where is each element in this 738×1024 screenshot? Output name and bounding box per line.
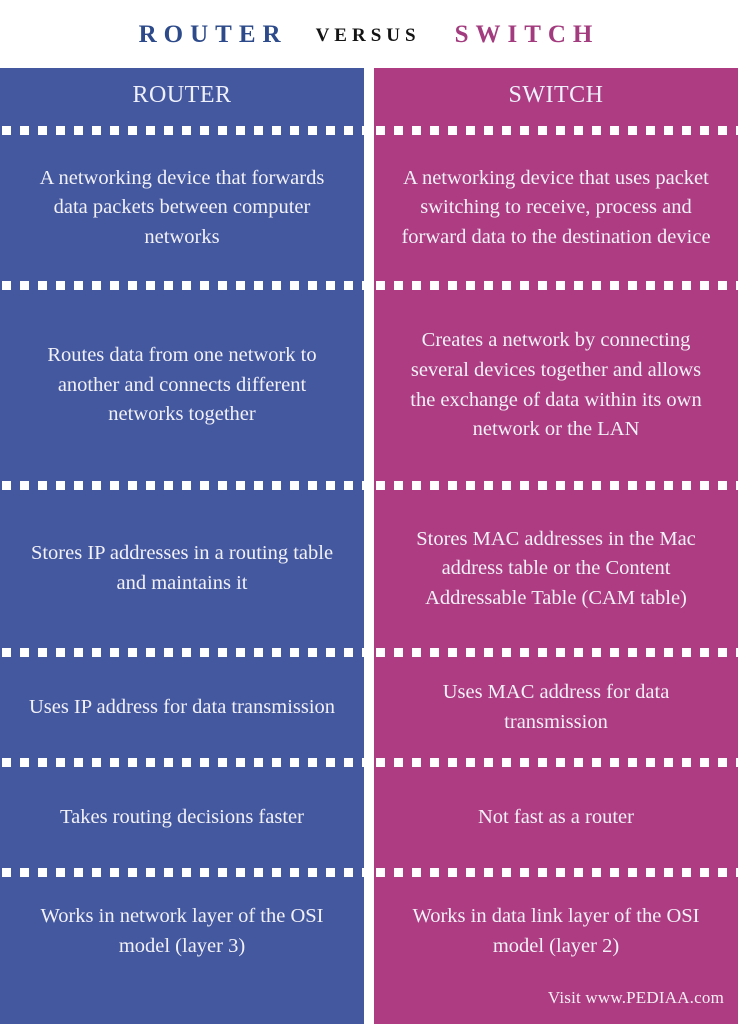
row-divider	[0, 648, 364, 657]
row-divider	[374, 868, 738, 877]
cell-text: Creates a network by connecting several …	[410, 329, 702, 441]
row-divider	[0, 868, 364, 877]
cell-text: Stores MAC addresses in the Mac address …	[416, 527, 696, 609]
footer-credit: Visit www.PEDIAA.com	[547, 988, 724, 1007]
row-divider	[0, 758, 364, 767]
column-header-switch: SWITCH	[508, 82, 604, 108]
table-row: Stores IP addresses in a routing table a…	[0, 493, 364, 645]
title-word-switch: SWITCH	[454, 20, 600, 48]
page-title: ROUTER VERSUS SWITCH	[0, 0, 738, 68]
table-row: Stores MAC addresses in the Mac address …	[374, 493, 738, 645]
cell-text: Routes data from one network to another …	[47, 344, 317, 426]
comparison-infographic: ROUTER VERSUS SWITCH ROUTER A networking…	[0, 0, 738, 1024]
cell-text: A networking device that forwards data p…	[39, 166, 325, 248]
cell-text: Uses IP address for data transmission	[28, 695, 336, 718]
table-row: Works in network layer of the OSI model …	[0, 880, 364, 1024]
title-word-versus: VERSUS	[315, 24, 421, 46]
row-divider	[0, 126, 364, 135]
row-divider	[374, 648, 738, 657]
table-row: Uses IP address for data transmission	[0, 660, 364, 755]
table-row: Takes routing decisions faster	[0, 770, 364, 865]
column-router: ROUTER A networking device that forwards…	[0, 68, 364, 1024]
table-row: Uses MAC address for data transmission	[374, 660, 738, 755]
row-divider	[374, 126, 738, 135]
title-word-router: ROUTER	[138, 20, 288, 48]
cell-text: Works in network layer of the OSI model …	[40, 905, 324, 957]
table-row: Not fast as a router	[374, 770, 738, 865]
table-row: Creates a network by connecting several …	[374, 293, 738, 478]
row-divider	[0, 481, 364, 490]
row-divider	[374, 481, 738, 490]
table-row: A networking device that forwards data p…	[0, 138, 364, 278]
column-switch: SWITCH A networking device that uses pac…	[374, 68, 738, 1024]
table-row: Routes data from one network to another …	[0, 293, 364, 478]
table-row: A networking device that uses packet swi…	[374, 138, 738, 278]
row-divider	[374, 281, 738, 290]
row-divider	[374, 758, 738, 767]
comparison-columns: ROUTER A networking device that forwards…	[0, 68, 738, 1024]
cell-text: Not fast as a router	[478, 805, 634, 828]
column-separator	[364, 68, 374, 1024]
row-divider	[0, 281, 364, 290]
cell-text: A networking device that uses packet swi…	[401, 166, 711, 248]
column-header-router: ROUTER	[132, 82, 232, 108]
cell-text: Works in data link layer of the OSI mode…	[412, 905, 700, 957]
cell-text: Uses MAC address for data transmission	[442, 680, 670, 733]
cell-text: Stores IP addresses in a routing table a…	[30, 542, 334, 594]
cell-text: Takes routing decisions faster	[60, 805, 304, 828]
